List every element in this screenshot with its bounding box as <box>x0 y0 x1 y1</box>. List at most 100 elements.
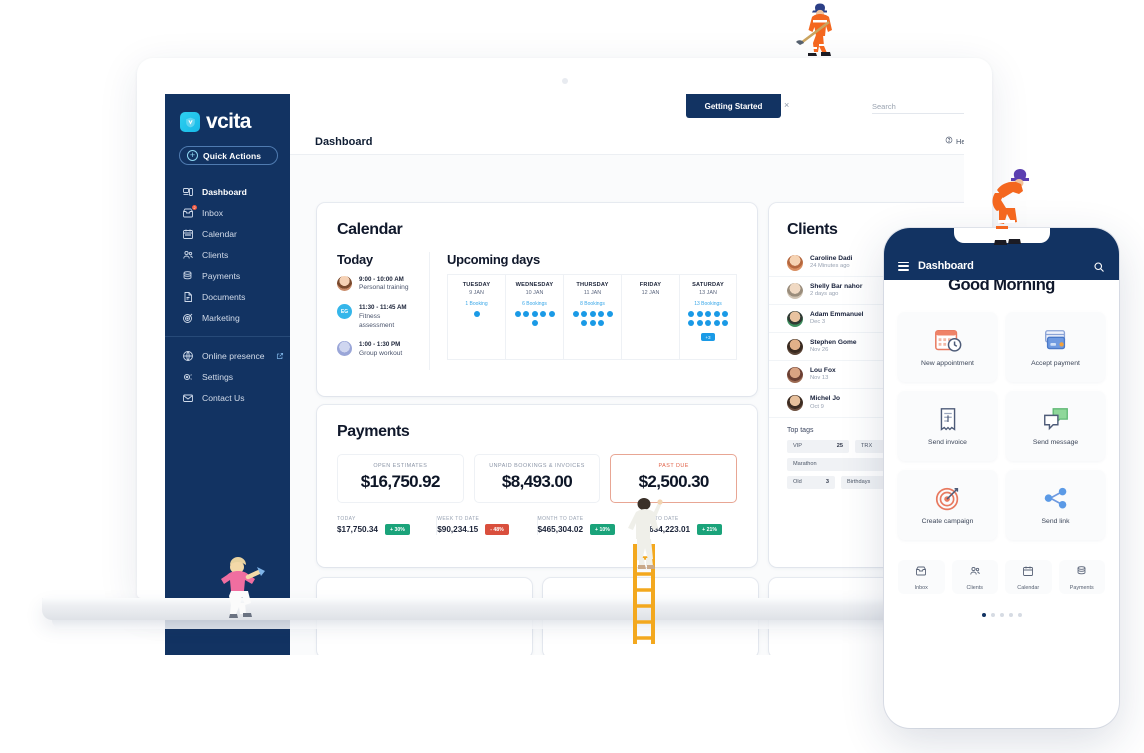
booking-dot <box>572 311 579 317</box>
close-icon[interactable]: × <box>784 100 789 110</box>
sidebar-item-documents[interactable]: Documents <box>165 286 290 307</box>
payment-stat-box[interactable]: UNPAID BOOKINGS & INVOICES $8,493.00 <box>473 454 601 503</box>
pager-dot[interactable] <box>1017 613 1022 617</box>
today-event[interactable]: 9:00 - 10:00 AM Personal training <box>337 276 417 293</box>
phone-pager[interactable] <box>884 613 1119 617</box>
avatar-initials: EG <box>337 304 352 320</box>
pager-dot[interactable] <box>990 613 995 617</box>
brand-logo[interactable]: vcita <box>165 102 290 134</box>
worker-digging-figure <box>791 2 847 57</box>
booking-dot <box>581 311 587 317</box>
tile-new-appointment[interactable]: New appointment <box>898 312 997 382</box>
tile-send-invoice[interactable]: Send invoice <box>898 391 997 461</box>
sidebar-item-inbox[interactable]: 2 Inbox <box>165 202 290 223</box>
day-name: THURSDAY <box>576 282 609 288</box>
payment-stat-label: PAST DUE <box>658 463 689 469</box>
client-name: Shelly Bar nahor <box>810 282 863 290</box>
payment-stat-label: OPEN ESTIMATES <box>373 463 428 469</box>
sidebar-item-dashboard[interactable]: Dashboard <box>165 181 290 202</box>
gear-icon <box>182 371 194 383</box>
day-date: 11 JAN <box>583 290 602 296</box>
brand-name: vcita <box>206 110 251 133</box>
tile-create-campaign[interactable]: Create campaign <box>898 470 997 540</box>
day-bookings-label: 1 Booking <box>465 301 488 307</box>
sidebar-item-calendar[interactable]: Calendar <box>165 223 290 244</box>
sidebar-item-label: Clients <box>202 249 229 260</box>
more-bookings-badge[interactable]: +3 <box>701 333 715 341</box>
upcoming-day[interactable]: SATURDAY 13 JAN 13 Bookings +3 <box>679 274 737 360</box>
inbox-badge: 2 <box>191 204 198 211</box>
event-name: Personal training <box>359 284 409 292</box>
pager-dot[interactable] <box>1008 613 1013 617</box>
day-name: SATURDAY <box>692 282 724 288</box>
avatar <box>787 395 803 412</box>
phone-action-tiles: New appointment Accept payment Send invo… <box>898 312 1105 540</box>
help-link[interactable]: Help <box>945 136 964 146</box>
calendar-card: Calendar Today 9:00 - 10:00 AM Personal … <box>317 203 757 396</box>
upcoming-day[interactable]: THURSDAY 11 JAN 8 Bookings <box>563 274 621 360</box>
tile-send-message[interactable]: Send message <box>1006 391 1105 461</box>
quicknav-label: Clients <box>966 584 983 591</box>
day-date: 13 JAN <box>699 290 717 296</box>
quick-actions-button[interactable]: + Quick Actions <box>179 146 278 165</box>
upcoming-day[interactable]: FRIDAY 12 JAN <box>621 274 679 360</box>
tile-label: Send invoice <box>928 439 967 446</box>
upcoming-day[interactable]: TUESDAY 9 JAN 1 Booking <box>447 274 505 360</box>
hamburger-icon[interactable] <box>898 261 909 271</box>
booking-dot <box>531 319 538 326</box>
client-timestamp: Nov 13 <box>810 375 829 382</box>
sidebar-item-label: Inbox <box>202 207 224 218</box>
sidebar-item-label: Settings <box>202 371 234 382</box>
sidebar-item-marketing[interactable]: Marketing <box>165 307 290 328</box>
dashboard-icon <box>182 186 194 198</box>
pager-dot[interactable] <box>981 613 986 617</box>
inbox-icon <box>915 564 927 582</box>
pager-dot[interactable] <box>999 613 1004 617</box>
mini-stat-label: MONTH TO DATE <box>537 516 584 522</box>
tile-label: Create campaign <box>921 518 974 525</box>
phone-quicknav-payments[interactable]: Payments <box>1058 560 1105 594</box>
booking-dot <box>696 311 703 317</box>
tile-accept-payment[interactable]: Accept payment <box>1006 312 1105 382</box>
payments-icon <box>1076 564 1088 582</box>
phone-quicknav-calendar[interactable]: Calendar <box>1005 560 1052 594</box>
sidebar-item-contact-us[interactable]: Contact Us <box>165 387 290 408</box>
tile-send-link[interactable]: Send link <box>1006 470 1105 540</box>
avatar <box>337 341 352 357</box>
booking-dots <box>506 311 563 326</box>
sidebar-item-payments[interactable]: Payments <box>165 265 290 286</box>
day-bookings-label: 13 Bookings <box>694 301 722 307</box>
client-timestamp: 2 days ago <box>810 291 839 298</box>
calendar-card-title: Calendar <box>337 221 403 238</box>
tag-chip[interactable]: Old 3 <box>787 475 835 489</box>
client-name: Lou Fox <box>810 366 836 374</box>
phone-quicknav-inbox[interactable]: Inbox <box>898 560 945 594</box>
sidebar-item-settings[interactable]: Settings <box>165 366 290 387</box>
sidebar-item-online-presence[interactable]: Online presence <box>165 345 290 366</box>
payment-stat-box[interactable]: OPEN ESTIMATES $16,750.92 <box>337 454 464 503</box>
laptop-camera-icon <box>561 78 568 84</box>
search-input[interactable]: Search <box>872 100 964 114</box>
tag-label: Marathon <box>793 461 817 468</box>
phone-header-title: Dashboard <box>918 260 974 272</box>
tile-label: Accept payment <box>1031 360 1080 367</box>
tag-chip[interactable]: VIP 25 <box>787 439 849 453</box>
phone-quicknav-clients[interactable]: Clients <box>951 560 998 594</box>
getting-started-button[interactable]: Getting Started <box>686 94 781 118</box>
payments-card-title: Payments <box>337 423 410 440</box>
today-event[interactable]: 1:00 - 1:30 PM Group workout <box>337 341 417 358</box>
mini-stat-delta-badge: + 21% <box>697 524 722 535</box>
search-icon[interactable] <box>1093 260 1105 272</box>
tile-label: New appointment <box>921 360 974 367</box>
booking-dot <box>722 319 728 326</box>
day-date: 9 JAN <box>469 290 484 296</box>
upcoming-day[interactable]: WEDNESDAY 10 JAN 6 Bookings <box>505 274 563 360</box>
sidebar-item-clients[interactable]: Clients <box>165 244 290 265</box>
today-column: Today 9:00 - 10:00 AM Personal training … <box>337 252 430 370</box>
topbar: Getting Started × Search Upgrade Now ▾ <box>290 94 964 122</box>
booking-dots <box>564 311 621 326</box>
tile-label: Send message <box>1032 439 1079 446</box>
sidebar-divider <box>165 336 290 337</box>
today-event[interactable]: EG 11:30 - 11:45 AM Fitness assessment <box>337 304 417 330</box>
today-heading: Today <box>337 252 373 267</box>
